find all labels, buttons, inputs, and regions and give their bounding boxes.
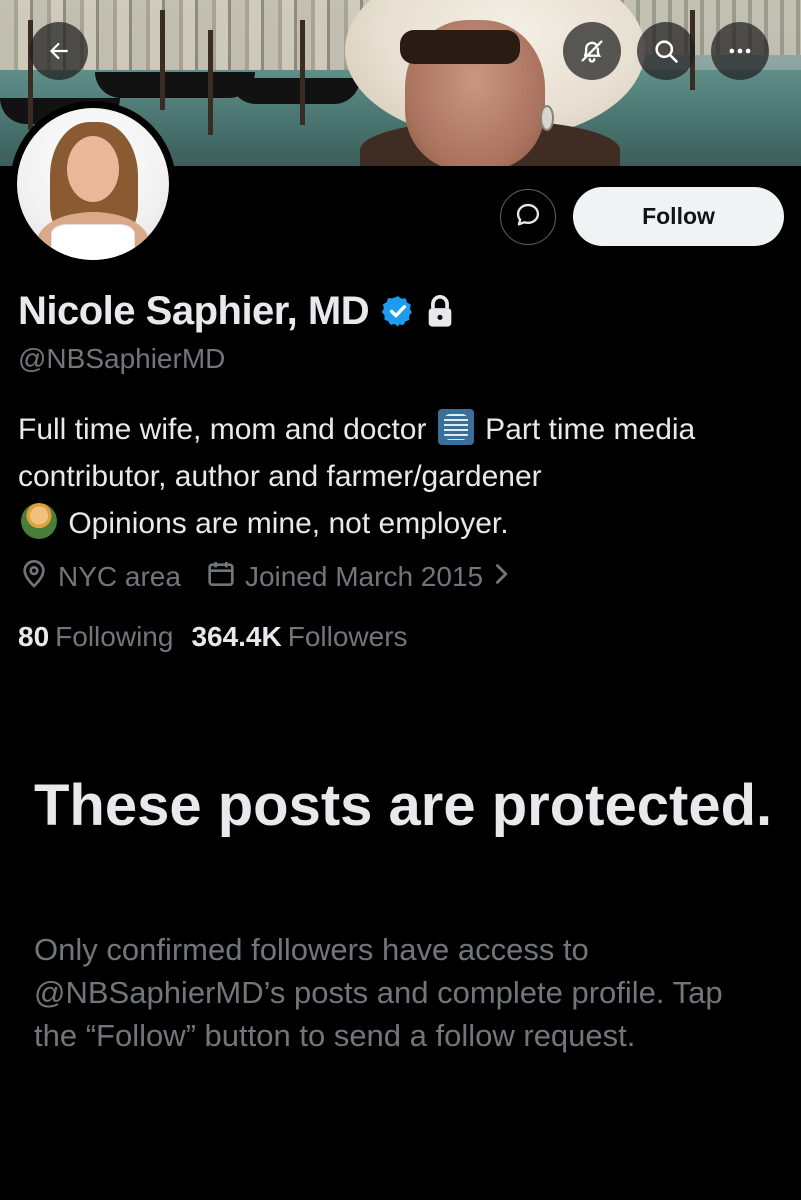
protected-notice-body: Only confirmed followers have access to … <box>34 932 723 1053</box>
arrow-left-icon <box>46 38 72 64</box>
bio-text-part3: Opinions are mine, not employer. <box>68 507 509 540</box>
banner-pole <box>28 20 33 130</box>
profile-bio: Full time wife, mom and doctor Part time… <box>18 406 788 547</box>
ellipsis-icon <box>726 37 754 65</box>
chevron-right-icon <box>493 561 517 593</box>
banner-pole <box>208 30 213 135</box>
xray-emoji-icon <box>437 409 474 445</box>
following-link[interactable]: 80 Following <box>18 621 173 653</box>
avatar-face <box>67 136 119 202</box>
followers-count: 364.4K <box>191 621 282 652</box>
location-text: NYC area <box>58 561 181 592</box>
profile-handle: @NBSaphierMD <box>18 343 226 374</box>
message-button[interactable] <box>500 189 556 245</box>
lock-icon <box>425 294 455 328</box>
search-icon <box>652 37 680 65</box>
banner-gondola <box>230 78 360 104</box>
back-button[interactable] <box>30 22 88 80</box>
location-pin-icon <box>18 558 58 597</box>
location-item: NYC area <box>18 558 181 597</box>
avatar-image <box>17 108 169 260</box>
profile-avatar[interactable] <box>10 101 176 267</box>
joined-text: Joined March 2015 <box>244 561 484 592</box>
follow-stats: 80 Following 364.4K Followers <box>18 617 408 657</box>
profile-meta: NYC area Joined March 2015 <box>18 557 517 597</box>
follow-button[interactable]: Follow <box>573 187 784 246</box>
chat-bubble-icon <box>514 201 542 234</box>
profile-name-row: Nicole Saphier, MD <box>18 285 455 337</box>
calendar-icon <box>205 558 245 597</box>
followers-link[interactable]: 364.4K Followers <box>191 621 407 653</box>
banner-earring <box>540 105 554 131</box>
more-options-button[interactable] <box>711 22 769 80</box>
banner-pole <box>300 20 305 125</box>
farmer-emoji-icon <box>21 503 57 539</box>
protected-notice-title: These posts are protected. <box>34 773 773 838</box>
banner-pole <box>160 10 165 110</box>
joined-date-link[interactable]: Joined March 2015 <box>205 558 517 597</box>
display-name: Nicole Saphier, MD <box>18 288 370 333</box>
mute-notifications-button[interactable] <box>563 22 621 80</box>
following-label: Following <box>55 621 174 652</box>
banner-sunglasses <box>400 30 520 64</box>
following-count: 80 <box>18 621 50 652</box>
avatar-top <box>51 224 135 260</box>
followers-label: Followers <box>287 621 408 652</box>
verified-badge-icon[interactable] <box>381 294 415 328</box>
bell-slash-icon <box>578 37 606 65</box>
search-button[interactable] <box>637 22 695 80</box>
bio-text-part1: Full time wife, mom and doctor <box>18 413 427 446</box>
